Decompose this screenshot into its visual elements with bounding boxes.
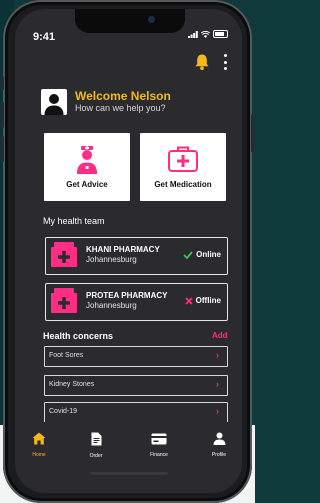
- mute-switch: [1, 76, 4, 90]
- chevron-right-icon: ›: [216, 406, 219, 416]
- document-icon: [91, 432, 101, 446]
- tab-profile-label: Profile: [211, 452, 227, 458]
- person-icon: [44, 94, 64, 115]
- welcome-subtitle: How can we help you?: [75, 103, 166, 113]
- phone-frame: 9:41 Welcome Nelson How can we help you?: [1, 0, 254, 503]
- notch: [75, 9, 185, 33]
- volume-down-button: [1, 136, 4, 162]
- concern-item[interactable]: Covid-19 ›: [44, 402, 228, 423]
- battery-icon: [213, 30, 228, 38]
- pharmacy-icon: [51, 288, 77, 313]
- pharmacy-status: Online: [183, 250, 221, 259]
- pharmacy-icon: [51, 242, 77, 267]
- add-concern-link[interactable]: Add: [212, 331, 228, 340]
- pharmacy-name: KHANI PHARMACY: [86, 245, 160, 254]
- camera: [148, 16, 155, 23]
- status-icons: [188, 30, 228, 38]
- more-menu-icon[interactable]: [222, 54, 228, 70]
- concern-item[interactable]: Foot Sores ›: [44, 346, 228, 367]
- tab-bar: Home Order Finance Profile: [15, 422, 242, 493]
- tab-home[interactable]: Home: [19, 432, 59, 458]
- pharmacy-status: Offline: [185, 296, 221, 305]
- home-indicator: [90, 472, 168, 475]
- health-concerns-title: Health concerns: [43, 331, 114, 341]
- welcome-title: Welcome Nelson: [75, 89, 171, 103]
- pharmacy-city: Johannesburg: [86, 301, 137, 310]
- first-aid-kit-icon: [168, 146, 198, 172]
- get-medication-button[interactable]: Get Medication: [140, 133, 226, 201]
- x-icon: [185, 296, 193, 305]
- doctor-icon: [77, 146, 97, 174]
- power-button: [251, 114, 254, 152]
- tab-home-label: Home: [32, 452, 46, 458]
- concern-label: Kidney Stones: [49, 381, 95, 388]
- pharmacy-status-label: Offline: [195, 296, 221, 305]
- wifi-icon: [201, 30, 210, 38]
- volume-up-button: [1, 102, 4, 128]
- signal-icon: [188, 30, 198, 38]
- home-icon: [32, 432, 46, 445]
- welcome-header: Welcome Nelson How can we help you?: [41, 89, 171, 115]
- pharmacy-card[interactable]: KHANI PHARMACY Johannesburg Online: [45, 237, 228, 275]
- tab-finance[interactable]: Finance: [139, 432, 179, 458]
- pharmacy-card[interactable]: PROTEA PHARMACY Johannesburg Offline: [45, 283, 228, 321]
- chevron-right-icon: ›: [216, 379, 219, 389]
- pharmacy-city: Johannesburg: [86, 255, 137, 264]
- concern-label: Covid-19: [49, 408, 78, 415]
- tab-profile[interactable]: Profile: [199, 432, 239, 458]
- tab-order[interactable]: Order: [76, 432, 116, 459]
- concern-label: Foot Sores: [49, 352, 84, 359]
- health-team-title: My health team: [43, 216, 105, 226]
- tab-order-label: Order: [89, 453, 103, 459]
- app-screen: 9:41 Welcome Nelson How can we help you?: [15, 9, 242, 493]
- chevron-right-icon: ›: [216, 350, 219, 360]
- check-icon: [183, 250, 193, 259]
- pharmacy-status-label: Online: [196, 250, 221, 259]
- pharmacy-name: PROTEA PHARMACY: [86, 291, 168, 300]
- person-icon: [213, 432, 225, 445]
- get-advice-label: Get Advice: [66, 180, 108, 189]
- get-medication-label: Get Medication: [154, 180, 212, 189]
- avatar[interactable]: [41, 89, 67, 115]
- bell-icon[interactable]: [193, 53, 211, 71]
- concern-item[interactable]: Kidney Stones ›: [44, 375, 228, 396]
- get-advice-button[interactable]: Get Advice: [44, 133, 130, 201]
- tab-finance-label: Finance: [150, 452, 168, 458]
- status-time: 9:41: [33, 31, 56, 43]
- card-icon: [151, 433, 167, 445]
